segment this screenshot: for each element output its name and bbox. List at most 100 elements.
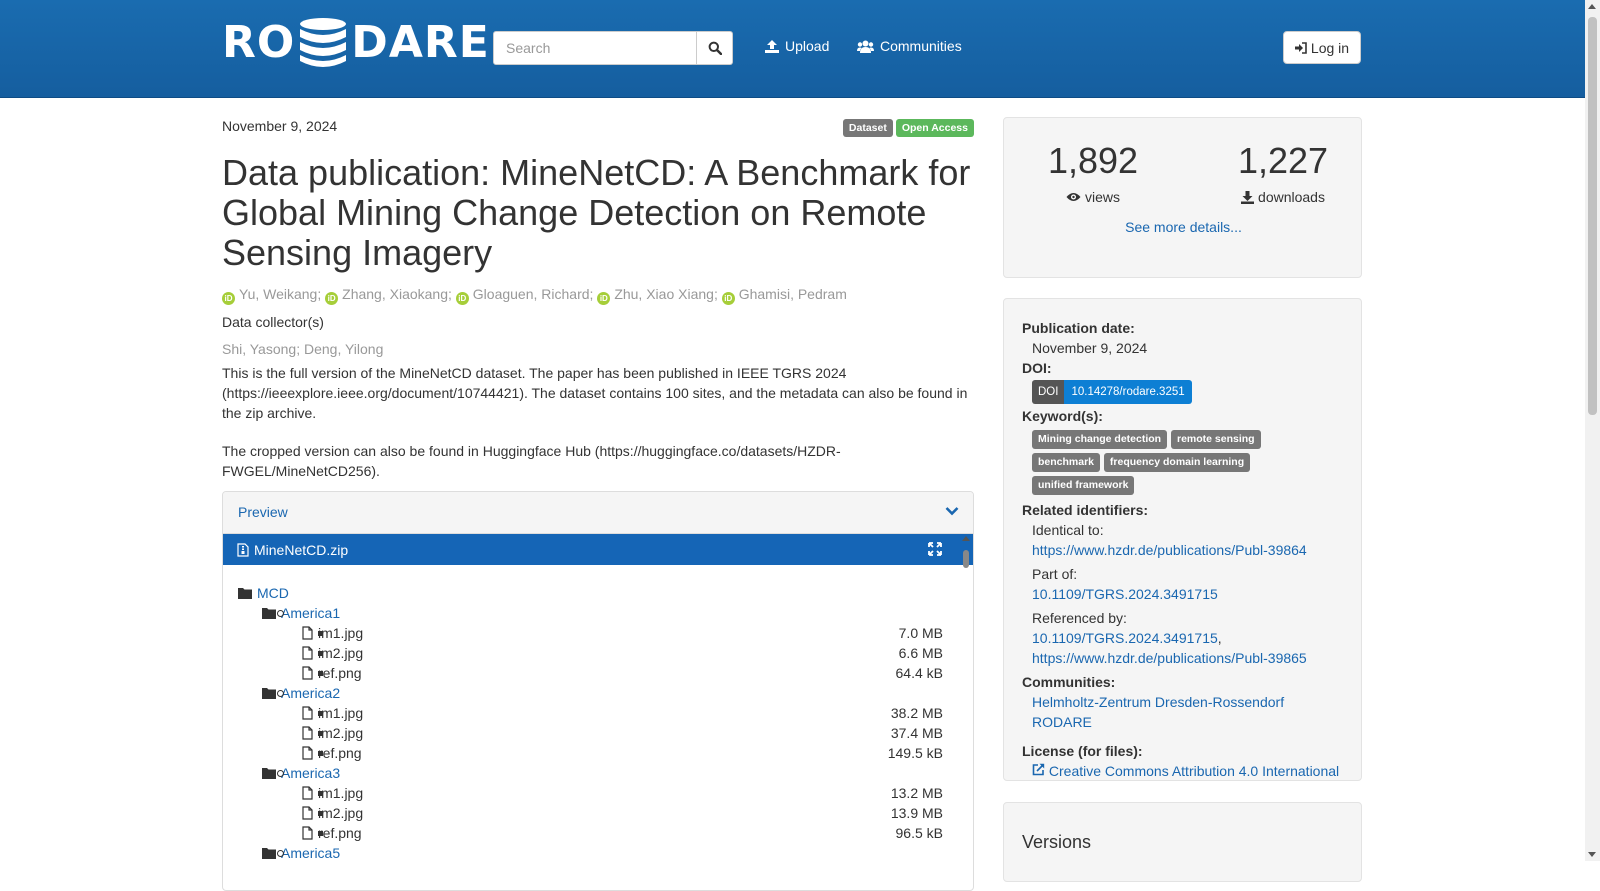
external-link-icon: [1032, 763, 1045, 776]
downloads-count: 1,227: [1237, 140, 1329, 181]
referenced-link-1[interactable]: 10.1109/TGRS.2024.3491715: [1032, 630, 1218, 646]
folder-link[interactable]: MCD: [257, 583, 289, 603]
keywords-label: Keyword(s):: [1022, 408, 1103, 424]
views-count: 1,892: [1047, 140, 1139, 181]
users-icon: [857, 40, 874, 53]
sign-in-icon: [1294, 41, 1307, 54]
description-paragraph-2: The cropped version can also be found in…: [222, 443, 841, 479]
tree-file[interactable]: im2.jpg 37.4 MB: [238, 723, 973, 743]
upload-icon: [765, 39, 779, 53]
search-icon: [708, 41, 722, 55]
database-logo-icon: [300, 18, 347, 67]
tree-file[interactable]: im2.jpg 6.6 MB: [238, 643, 973, 663]
license-link[interactable]: Creative Commons Attribution 4.0 Interna…: [1032, 763, 1339, 779]
orcid-icon: iD: [325, 292, 339, 305]
eye-icon: [1066, 193, 1081, 201]
tree-file[interactable]: im2.jpg 13.9 MB: [238, 803, 973, 823]
preview-scrollbar[interactable]: [961, 533, 971, 890]
tree-folder[interactable]: MCD: [238, 583, 973, 603]
community-link-rodare[interactable]: RODARE: [1032, 714, 1092, 730]
upload-label: Upload: [785, 38, 830, 54]
folder-link[interactable]: America5: [281, 843, 340, 863]
login-label: Log in: [1310, 39, 1350, 56]
chevron-down-icon[interactable]: [945, 506, 959, 516]
metadata-panel: Publication date: November 9, 2024 DOI: …: [1003, 298, 1362, 781]
upload-link[interactable]: Upload: [765, 38, 829, 54]
open-access-badge: Open Access: [895, 119, 974, 137]
tree-file[interactable]: ref.png 64.4 kB: [238, 663, 973, 683]
scroll-up-arrow[interactable]: [1588, 4, 1596, 9]
keyword-badge: Mining change detection: [1032, 430, 1168, 449]
tree-folder[interactable]: America5: [238, 843, 973, 863]
rodare-logo[interactable]: RO DARE: [222, 16, 490, 70]
tree-file[interactable]: im1.jpg 38.2 MB: [238, 703, 973, 723]
file-icon: [302, 626, 313, 640]
preview-title: Preview: [238, 504, 288, 520]
dataset-badge: Dataset: [842, 119, 893, 137]
file-icon: [302, 726, 313, 740]
community-link-hzdr[interactable]: Helmholtz-Zentrum Dresden-Rossendorf: [1032, 694, 1284, 710]
file-icon: [302, 826, 313, 840]
author-item[interactable]: iD Zhang, Xiaokang: [325, 286, 448, 305]
search-input[interactable]: [493, 31, 697, 65]
scroll-thumb[interactable]: [1588, 17, 1597, 415]
publication-date: November 9, 2024: [222, 118, 338, 134]
author-list: iD Yu, Weikang; iD Zhang, Xiaokang; iD Gloa…: [222, 286, 847, 305]
record-title: Data publication: MineNetCD: A Benchmark…: [222, 152, 971, 273]
file-icon: [302, 786, 313, 800]
page-scrollbar[interactable]: [1585, 0, 1600, 861]
folder-link[interactable]: America1: [281, 603, 340, 623]
partof-link[interactable]: 10.1109/TGRS.2024.3491715: [1032, 586, 1218, 602]
file-icon: [302, 746, 313, 760]
communities-link[interactable]: Communities: [857, 38, 962, 54]
search-button[interactable]: [697, 31, 733, 65]
file-tree: MCD America1 im1.jpg 7.0 MB im2.jpg 6.6 …: [223, 565, 973, 863]
download-icon: [1241, 190, 1255, 204]
fullscreen-icon[interactable]: [928, 542, 942, 556]
referenced-link-2[interactable]: https://www.hzdr.de/publications/Publ-39…: [1032, 650, 1307, 666]
doi-label: DOI:: [1022, 360, 1052, 376]
collectors-heading: Data collector(s): [222, 314, 324, 330]
keyword-badge: unified framework: [1032, 476, 1135, 495]
author-item[interactable]: iD Yu, Weikang: [222, 286, 317, 305]
author-item[interactable]: iD Ghamisi, Pedram: [721, 286, 847, 305]
record-badges: Dataset Open Access: [842, 119, 974, 137]
tree-file[interactable]: ref.png 149.5 kB: [238, 743, 973, 763]
tree-folder[interactable]: America1: [238, 603, 973, 623]
related-identifiers-label: Related identifiers:: [1022, 502, 1149, 518]
tree-folder[interactable]: America2: [238, 683, 973, 703]
logo-text-right: DARE: [351, 17, 490, 68]
see-more-details-link[interactable]: See more details...: [1004, 219, 1363, 235]
keyword-badge: remote sensing: [1170, 430, 1261, 449]
preview-filename: MineNetCD.zip: [254, 541, 349, 558]
orcid-icon: iD: [597, 292, 611, 305]
tree-file[interactable]: im1.jpg 7.0 MB: [238, 623, 973, 643]
preview-panel: Preview MineNetCD.zip MCD America1 im1.j…: [222, 491, 974, 891]
orcid-icon: iD: [721, 292, 735, 305]
downloads-label-wrap: downloads: [1208, 189, 1358, 205]
top-navbar: RO DARE Upload: [0, 0, 1585, 98]
folder-link[interactable]: America2: [281, 683, 340, 703]
file-icon: [302, 806, 313, 820]
identical-label: Identical to:: [1032, 522, 1104, 538]
author-item[interactable]: iD Zhu, Xiao Xiang: [597, 286, 714, 305]
pubdate-label: Publication date:: [1022, 320, 1135, 336]
scroll-down-arrow[interactable]: [1588, 852, 1596, 857]
folder-icon: [262, 768, 276, 779]
doi-badge[interactable]: DOI 10.14278/rodare.3251: [1032, 380, 1192, 404]
communities-label: Communities: [880, 38, 962, 54]
tree-folder[interactable]: America3: [238, 763, 973, 783]
folder-icon: [238, 588, 252, 599]
keyword-badge: benchmark: [1032, 453, 1101, 472]
logo-text-left: RO: [222, 17, 296, 68]
preview-header[interactable]: Preview: [223, 492, 973, 534]
login-button[interactable]: Log in: [1283, 31, 1361, 64]
search-form: [493, 31, 733, 65]
identical-link[interactable]: https://www.hzdr.de/publications/Publ-39…: [1032, 542, 1307, 558]
author-item[interactable]: iD Gloaguen, Richard: [455, 286, 590, 305]
folder-icon: [262, 608, 276, 619]
referenced-label: Referenced by:: [1032, 610, 1127, 626]
tree-file[interactable]: im1.jpg 13.2 MB: [238, 783, 973, 803]
tree-file[interactable]: ref.png 96.5 kB: [238, 823, 973, 843]
folder-link[interactable]: America3: [281, 763, 340, 783]
